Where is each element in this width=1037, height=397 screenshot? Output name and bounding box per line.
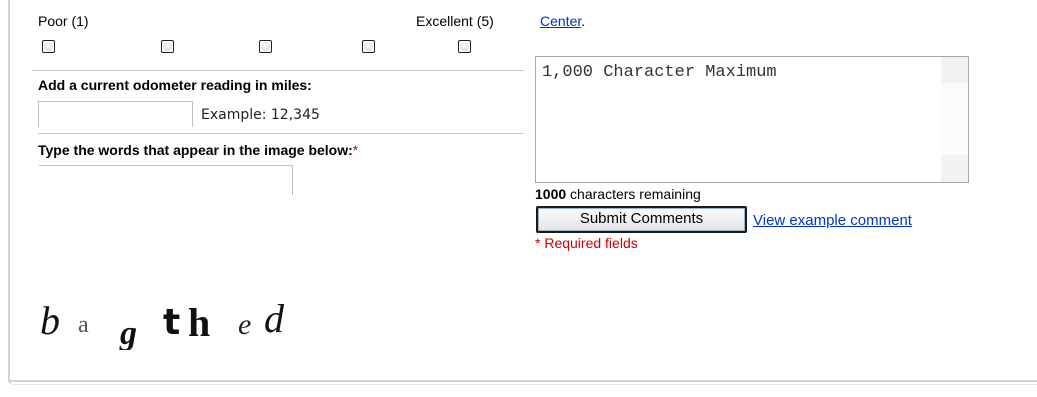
rating-radio-5[interactable] — [458, 40, 471, 53]
svg-text:t: t — [163, 302, 180, 343]
left-border — [8, 0, 10, 382]
help-center-link[interactable]: Center — [540, 13, 581, 29]
textarea-scrollbar[interactable] — [941, 57, 968, 182]
submit-comments-button[interactable]: Submit Comments — [536, 206, 747, 233]
svg-text:d: d — [264, 296, 285, 341]
required-fields-note: * Required fields — [535, 235, 638, 251]
rating-high-label: Excellent (5) — [416, 13, 494, 29]
characters-remaining: 1000 characters remaining — [535, 186, 701, 202]
odometer-example: Example: 12,345 — [201, 107, 320, 123]
required-asterisk: * — [352, 142, 359, 158]
captcha-image: b a g t h e d — [40, 296, 285, 350]
rating-radio-4[interactable] — [362, 40, 375, 53]
odometer-label: Add a current odometer reading in miles: — [38, 77, 312, 93]
odometer-input[interactable] — [38, 101, 193, 127]
svg-text:b: b — [40, 298, 60, 343]
rating-radio-2[interactable] — [161, 40, 174, 53]
rating-radio-3[interactable] — [259, 40, 272, 53]
captcha-label-text: Type the words that appear in the image … — [38, 142, 353, 158]
comments-placeholder: 1,000 Character Maximum — [542, 63, 777, 82]
divider — [32, 70, 524, 71]
comments-textarea[interactable]: 1,000 Character Maximum — [535, 56, 969, 183]
svg-text:e: e — [238, 308, 251, 341]
divider — [38, 133, 524, 134]
help-center-period: . — [581, 13, 586, 29]
svg-text:g: g — [119, 315, 137, 350]
captcha-input[interactable] — [39, 165, 293, 195]
captcha-label: Type the words that appear in the image … — [38, 142, 358, 158]
bottom-border — [8, 380, 1037, 385]
characters-remaining-count: 1000 — [535, 186, 567, 202]
scrollbar-thumb[interactable] — [941, 83, 968, 155]
characters-remaining-text: characters remaining — [566, 186, 701, 202]
svg-text:h: h — [188, 300, 210, 345]
view-example-comment-link[interactable]: View example comment — [753, 212, 912, 229]
rating-low-label: Poor (1) — [38, 13, 89, 29]
svg-text:a: a — [78, 312, 89, 338]
help-center: Center. — [540, 13, 585, 29]
rating-radio-1[interactable] — [42, 40, 55, 53]
